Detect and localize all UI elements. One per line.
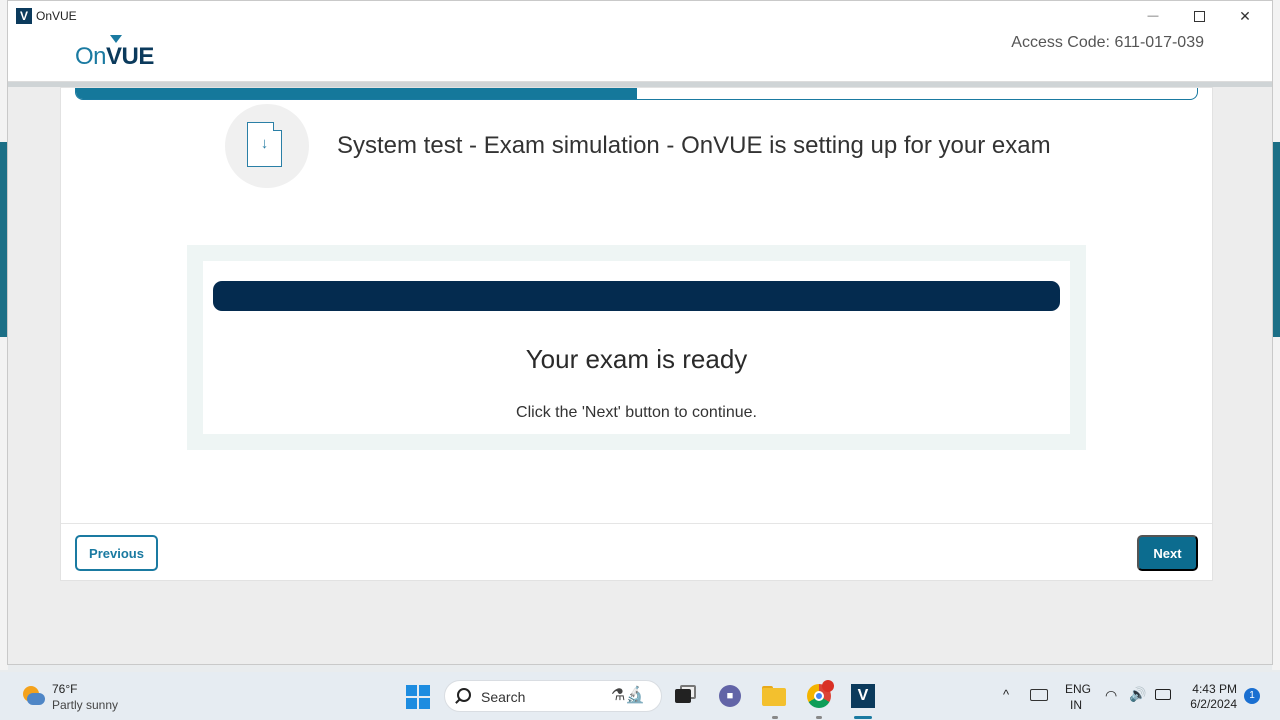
search-highlight-icon: ⚗🔬 xyxy=(611,687,646,704)
folder-body xyxy=(762,688,786,706)
minimize-button[interactable]: — xyxy=(1130,5,1176,27)
step-title: System test - Exam simulation - OnVUE is… xyxy=(337,132,1051,159)
logo-text-vue: VUE xyxy=(106,35,154,70)
status-panel: Your exam is ready Click the 'Next' butt… xyxy=(203,261,1070,434)
clock-date[interactable]: 6/2/2024 xyxy=(1180,697,1237,711)
taskbar: 76°F Partly sunny Search ⚗🔬 ■ V ^ ENG IN… xyxy=(0,672,1280,720)
weather-temperature[interactable]: 76°F xyxy=(52,682,77,696)
search-icon xyxy=(457,688,471,702)
start-tile-3 xyxy=(406,698,417,709)
logo-text-on: On xyxy=(75,43,107,70)
cloud-shape xyxy=(27,693,45,705)
desktop-wallpaper-right xyxy=(1272,142,1280,337)
onvue-logo: On VUE xyxy=(75,35,154,71)
close-icon: ✕ xyxy=(1239,7,1251,24)
chrome-icon[interactable] xyxy=(806,680,834,709)
maximize-button[interactable] xyxy=(1176,5,1222,27)
task-view-front xyxy=(675,689,691,703)
step-progress-bar xyxy=(75,88,1198,100)
next-button[interactable]: Next xyxy=(1137,535,1198,571)
input-region[interactable]: IN xyxy=(1070,698,1082,712)
onvue-taskbar-icon[interactable]: V xyxy=(850,683,876,709)
teams-icon[interactable]: ■ xyxy=(717,683,743,709)
show-hidden-icons-chevron-icon[interactable]: ^ xyxy=(1003,687,1009,702)
footer-divider xyxy=(61,523,1212,524)
maximize-icon xyxy=(1193,10,1205,22)
onvue-taskbar-glyph: V xyxy=(851,684,875,708)
volume-icon[interactable]: 🔊 xyxy=(1129,686,1146,703)
task-view-icon[interactable] xyxy=(672,683,698,709)
file-explorer-icon[interactable] xyxy=(761,683,787,709)
close-button[interactable]: ✕ xyxy=(1222,5,1268,27)
onvue-active-indicator xyxy=(854,716,872,719)
download-arrow-icon: ↓ xyxy=(260,135,269,152)
start-tile-2 xyxy=(419,685,430,696)
clock-time[interactable]: 4:43 PM xyxy=(1180,682,1237,696)
partly-sunny-icon[interactable] xyxy=(19,684,45,708)
status-bar xyxy=(213,281,1060,311)
minimize-icon: — xyxy=(1147,10,1159,22)
weather-description[interactable]: Partly sunny xyxy=(52,698,118,712)
start-tile-1 xyxy=(406,685,417,696)
window-title: OnVUE xyxy=(36,9,77,23)
teams-glyph: ■ xyxy=(719,685,741,707)
input-language[interactable]: ENG xyxy=(1065,682,1091,696)
status-subtitle: Click the 'Next' button to continue. xyxy=(516,404,757,421)
wifi-icon[interactable]: ◠ xyxy=(1105,687,1117,704)
access-code: Access Code: 611-017-039 xyxy=(1011,34,1204,51)
notification-badge[interactable]: 1 xyxy=(1244,688,1260,704)
chrome-running-indicator xyxy=(816,716,822,719)
chrome-center xyxy=(814,691,824,701)
chrome-profile-badge xyxy=(822,680,834,692)
document-download-icon: ↓ xyxy=(247,122,282,167)
logo-vue-label: VUE xyxy=(106,43,154,70)
status-panel-frame: Your exam is ready Click the 'Next' butt… xyxy=(187,245,1086,450)
windows-start-icon[interactable] xyxy=(406,685,430,709)
logo-check-icon xyxy=(110,35,123,43)
app-header: On VUE Access Code: 611-017-039 xyxy=(8,31,1272,82)
step-progress-fill xyxy=(76,88,637,99)
status-title: Your exam is ready xyxy=(525,344,748,374)
main-card: ↓ System test - Exam simulation - OnVUE … xyxy=(60,87,1213,581)
battery-icon[interactable] xyxy=(1155,689,1171,700)
search-label: Search xyxy=(481,689,526,705)
onvue-app-icon: V xyxy=(16,8,32,24)
title-bar[interactable]: V OnVUE — ✕ xyxy=(8,1,1272,31)
taskbar-search[interactable]: Search ⚗🔬 xyxy=(444,680,662,712)
touch-keyboard-icon[interactable] xyxy=(1030,689,1048,701)
document-fold xyxy=(273,122,282,131)
previous-button[interactable]: Previous xyxy=(75,535,158,571)
onvue-window: V OnVUE — ✕ On VUE Access Code: 611-017-0… xyxy=(7,0,1273,665)
start-tile-4 xyxy=(419,698,430,709)
file-explorer-running-indicator xyxy=(772,716,778,719)
